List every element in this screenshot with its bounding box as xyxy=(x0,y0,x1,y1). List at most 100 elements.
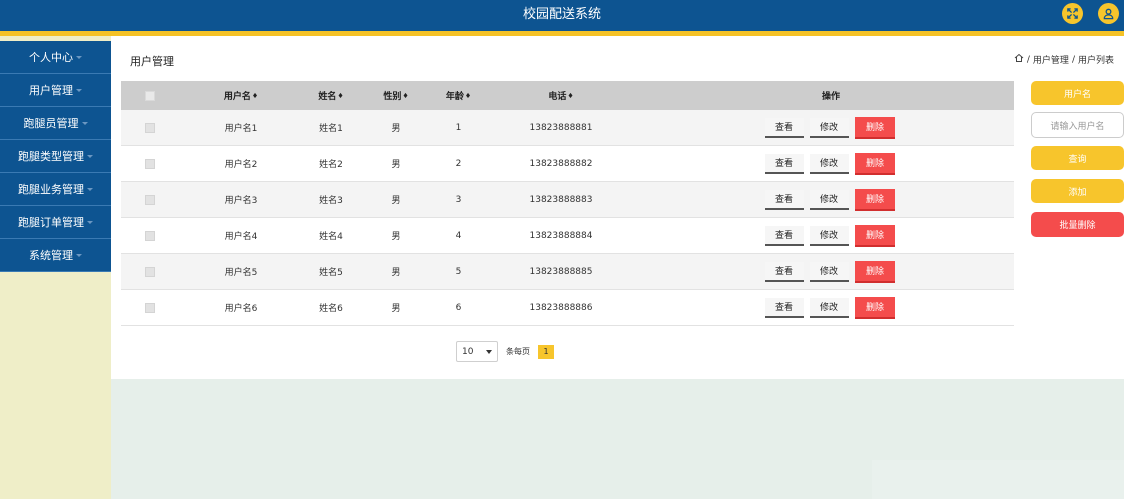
view-button[interactable]: 查看 xyxy=(764,153,804,174)
cell-username: 用户名6 xyxy=(224,304,258,314)
view-button[interactable]: 查看 xyxy=(764,261,804,282)
view-button[interactable]: 查看 xyxy=(764,225,804,246)
cell-gender: 男 xyxy=(391,304,401,314)
sidebar-item-runner-management[interactable]: 跑腿员管理 xyxy=(0,107,111,140)
cell-gender: 男 xyxy=(391,196,401,206)
cell-username: 用户名4 xyxy=(224,232,258,242)
batch-delete-button[interactable]: 批量删除 xyxy=(1031,212,1124,237)
column-header-name[interactable]: 姓名 ♦ xyxy=(291,81,371,110)
sidebar-item-personal-center[interactable]: 个人中心 xyxy=(0,41,111,74)
edit-button[interactable]: 修改 xyxy=(809,225,849,246)
delete-button[interactable]: 删除 xyxy=(855,116,895,139)
table-row: 用户名2 姓名2 男 2 13823888882 查看 修改 删除 xyxy=(121,146,1014,182)
cell-name: 姓名2 xyxy=(319,160,343,170)
row-checkbox[interactable] xyxy=(142,110,158,145)
edit-button[interactable]: 修改 xyxy=(809,261,849,282)
table-row: 用户名5 姓名5 男 5 13823888885 查看 修改 删除 xyxy=(121,254,1014,290)
edit-button[interactable]: 修改 xyxy=(809,297,849,318)
cell-phone: 13823888881 xyxy=(529,122,593,133)
page-number-current[interactable]: 1 xyxy=(538,344,554,359)
edit-button[interactable]: 修改 xyxy=(809,153,849,174)
column-header-age[interactable]: 年龄 ♦ xyxy=(421,81,496,110)
cell-gender: 男 xyxy=(391,268,401,278)
cell-age: 2 xyxy=(455,158,462,169)
app-title: 校园配送系统 xyxy=(522,7,601,22)
cell-age: 6 xyxy=(455,302,462,313)
username-search-input[interactable]: 请输入用户名 xyxy=(1031,112,1124,138)
cell-username: 用户名1 xyxy=(224,124,258,134)
delete-button[interactable]: 删除 xyxy=(855,188,895,211)
table-row: 用户名4 姓名4 男 4 13823888884 查看 修改 删除 xyxy=(121,218,1014,254)
row-checkbox[interactable] xyxy=(142,146,158,181)
sidebar-item-user-management[interactable]: 用户管理 xyxy=(0,74,111,107)
main-panel: 用户管理 / 用户管理 / 用户列表 用户名 ♦ 姓名 ♦ 性别 ♦ 年龄 ♦ 电话 ♦ … xyxy=(111,36,1124,379)
user-table: 用户名 ♦ 姓名 ♦ 性别 ♦ 年龄 ♦ 电话 ♦ 操作 用户名1 姓名1 男 1 138… xyxy=(121,81,1014,326)
column-header-phone[interactable]: 电话 ♦ xyxy=(496,81,626,110)
cell-name: 姓名5 xyxy=(319,268,343,278)
edit-button[interactable]: 修改 xyxy=(809,117,849,138)
sidebar-item-label: 跑腿类型管理 xyxy=(18,150,84,163)
home-icon[interactable] xyxy=(1014,53,1024,66)
sidebar-item-errand-business-management[interactable]: 跑腿业务管理 xyxy=(0,173,111,206)
breadcrumb-separator: / xyxy=(1026,54,1030,65)
column-header-username[interactable]: 用户名 ♦ xyxy=(196,81,286,110)
delete-button[interactable]: 删除 xyxy=(855,296,895,319)
page-title: 用户管理 xyxy=(130,55,174,68)
delete-button[interactable]: 删除 xyxy=(855,152,895,175)
sort-icon: ♦ xyxy=(464,91,472,100)
add-button[interactable]: 添加 xyxy=(1031,179,1124,203)
chevron-down-icon xyxy=(87,187,93,191)
table-header: 用户名 ♦ 姓名 ♦ 性别 ♦ 年龄 ♦ 电话 ♦ 操作 xyxy=(121,81,1014,110)
sidebar-item-label: 系统管理 xyxy=(29,249,73,262)
cell-gender: 男 xyxy=(391,232,401,242)
sidebar-item-label: 跑腿员管理 xyxy=(23,117,79,130)
chevron-down-icon xyxy=(76,88,82,92)
fullscreen-icon[interactable] xyxy=(1062,3,1083,24)
breadcrumb-item-user-list: 用户列表 xyxy=(1077,56,1114,66)
select-all-checkbox[interactable] xyxy=(142,81,158,110)
row-checkbox[interactable] xyxy=(142,182,158,217)
cell-gender: 男 xyxy=(391,160,401,170)
sidebar-item-label: 用户管理 xyxy=(29,84,73,97)
delete-button[interactable]: 删除 xyxy=(855,260,895,283)
row-checkbox[interactable] xyxy=(142,254,158,289)
view-button[interactable]: 查看 xyxy=(764,189,804,210)
user-icon[interactable] xyxy=(1098,3,1119,24)
chevron-down-icon xyxy=(87,220,93,224)
sidebar-item-errand-order-management[interactable]: 跑腿订单管理 xyxy=(0,206,111,239)
search-button[interactable]: 查询 xyxy=(1031,146,1124,170)
sidebar-item-label: 个人中心 xyxy=(29,51,73,64)
page-size-value: 10 xyxy=(462,346,474,357)
sidebar-item-system-management[interactable]: 系统管理 xyxy=(0,239,111,272)
cell-name: 姓名4 xyxy=(319,232,343,242)
per-page-label: 条每页 xyxy=(506,347,530,356)
cell-phone: 13823888882 xyxy=(529,158,593,169)
sidebar: 个人中心 用户管理 跑腿员管理 跑腿类型管理 跑腿业务管理 跑腿订单管理 系统管… xyxy=(0,36,111,499)
page-size-select[interactable]: 10 xyxy=(456,341,498,362)
view-button[interactable]: 查看 xyxy=(764,297,804,318)
cell-age: 4 xyxy=(455,230,462,241)
row-checkbox[interactable] xyxy=(142,218,158,253)
sort-icon: ♦ xyxy=(567,91,574,100)
cell-phone: 13823888886 xyxy=(529,302,593,313)
table-row: 用户名1 姓名1 男 1 13823888881 查看 修改 删除 xyxy=(121,110,1014,146)
chevron-down-icon xyxy=(87,154,93,158)
cell-username: 用户名5 xyxy=(224,268,258,278)
cell-age: 3 xyxy=(455,194,462,205)
row-checkbox[interactable] xyxy=(142,290,158,325)
delete-button[interactable]: 删除 xyxy=(855,224,895,247)
sidebar-item-label: 跑腿订单管理 xyxy=(18,216,84,229)
column-header-gender[interactable]: 性别 ♦ xyxy=(371,81,421,110)
cell-phone: 13823888883 xyxy=(529,194,593,205)
cell-phone: 13823888885 xyxy=(529,266,593,277)
cell-username: 用户名3 xyxy=(224,196,258,206)
breadcrumb: / 用户管理 / 用户列表 xyxy=(1014,53,1114,66)
sidebar-item-errand-type-management[interactable]: 跑腿类型管理 xyxy=(0,140,111,173)
column-header-actions: 操作 xyxy=(821,92,840,102)
cell-gender: 男 xyxy=(391,124,401,134)
breadcrumb-item-user-management[interactable]: 用户管理 xyxy=(1033,53,1069,66)
edit-button[interactable]: 修改 xyxy=(809,189,849,210)
view-button[interactable]: 查看 xyxy=(764,117,804,138)
chevron-down-icon xyxy=(486,349,492,354)
pagination: 10 条每页 1 xyxy=(456,341,554,362)
